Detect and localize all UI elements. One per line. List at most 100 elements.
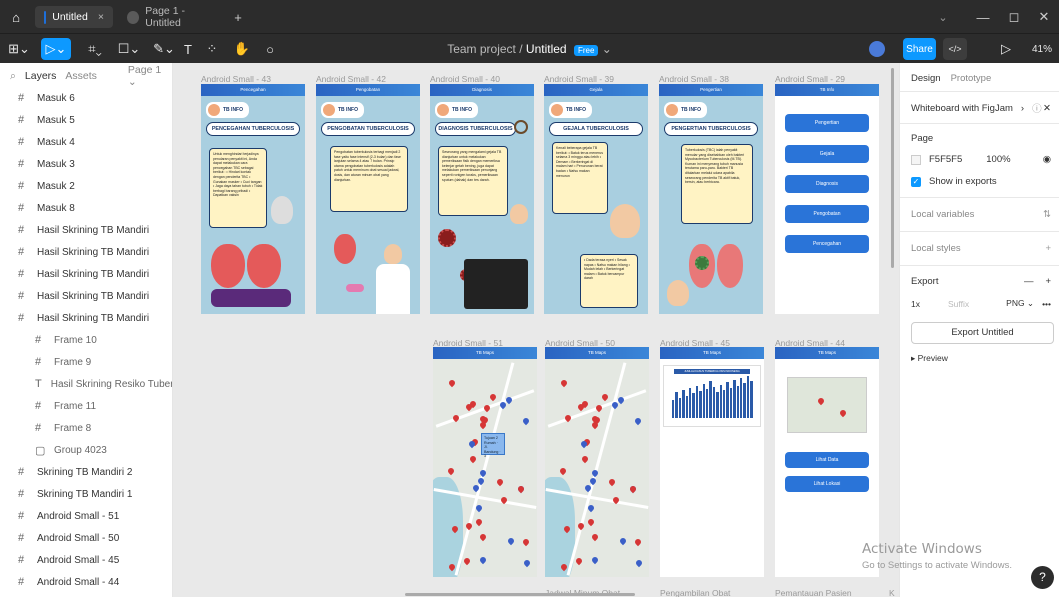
horizontal-scrollbar[interactable] bbox=[405, 593, 635, 596]
map-pin[interactable] bbox=[633, 537, 642, 547]
present-button[interactable]: ▷ bbox=[994, 38, 1018, 60]
close-tab-icon[interactable]: × bbox=[98, 11, 104, 23]
frame-android-small-38[interactable]: Pengertian TB INFO PENGERTIAN TUBERCULOS… bbox=[659, 84, 763, 314]
map-pin[interactable] bbox=[468, 455, 477, 464]
show-in-exports-checkbox[interactable]: ✓ bbox=[911, 176, 921, 187]
map-pin[interactable] bbox=[634, 558, 643, 568]
layer-item[interactable]: # Android Small - 44 bbox=[0, 571, 172, 593]
map-pin[interactable] bbox=[522, 558, 531, 568]
frame-label[interactable]: Android Small - 42 bbox=[316, 74, 386, 84]
frame-android-small-29[interactable]: TB Info Pengertian Gejala Diagnosis Peng… bbox=[775, 84, 879, 314]
map-pin[interactable] bbox=[516, 484, 525, 493]
map-pin[interactable] bbox=[478, 421, 487, 430]
info-icon[interactable]: ⓘ bbox=[1032, 101, 1042, 115]
help-button[interactable]: ? bbox=[1031, 566, 1054, 589]
eye-icon[interactable]: ◉ bbox=[1043, 154, 1051, 165]
tabs-overflow-icon[interactable]: ⌄ bbox=[935, 6, 951, 28]
minimize-button[interactable]: — bbox=[975, 6, 991, 28]
map-pin[interactable] bbox=[475, 517, 484, 527]
menu-button-pengertian[interactable]: Pengertian bbox=[785, 114, 869, 132]
frame-label[interactable]: Pemantauan Pasien bbox=[775, 588, 852, 597]
whiteboard-link[interactable]: Whiteboard with FigJam bbox=[911, 103, 1013, 114]
layer-item[interactable]: # Skrining TB Mandiri 1 bbox=[0, 483, 172, 505]
map-pin[interactable] bbox=[496, 477, 505, 487]
frame-android-small-51[interactable]: TB Maps Tujuan 2 Rumah · Jl. Bandung · 3 bbox=[433, 347, 537, 577]
preview-toggle[interactable]: ▸ Preview bbox=[911, 353, 948, 364]
new-tab-button[interactable]: + bbox=[230, 6, 246, 28]
local-variables-label[interactable]: Local variables bbox=[911, 209, 974, 220]
local-styles-label[interactable]: Local styles bbox=[911, 243, 961, 254]
vertical-scrollbar[interactable] bbox=[891, 68, 894, 268]
export-more-icon[interactable]: ••• bbox=[1042, 299, 1051, 309]
dev-mode-toggle[interactable]: </> bbox=[943, 38, 967, 60]
layer-item[interactable]: # Skrining TB Mandiri 2 bbox=[0, 461, 172, 483]
layer-child-item[interactable]: # Frame 9 bbox=[0, 351, 172, 373]
tab-prototype[interactable]: Prototype bbox=[951, 73, 992, 84]
map-pin[interactable] bbox=[507, 537, 516, 546]
maximize-button[interactable]: ◻ bbox=[1006, 6, 1022, 28]
menu-button-pencegahan[interactable]: Pencegahan bbox=[785, 235, 869, 253]
layer-child-item[interactable]: # Frame 10 bbox=[0, 329, 172, 351]
frame-android-small-50[interactable]: TB Maps bbox=[545, 347, 649, 577]
layer-item[interactable]: # Masuk 3 bbox=[0, 153, 172, 175]
tab-untitled[interactable]: Untitled × bbox=[35, 6, 113, 28]
lihat-data-button[interactable]: Lihat Data bbox=[785, 452, 869, 468]
tab-design[interactable]: Design bbox=[911, 73, 941, 84]
share-button[interactable]: Share bbox=[903, 38, 936, 60]
menu-button-diagnosis[interactable]: Diagnosis bbox=[785, 175, 869, 193]
frame-label[interactable]: Android Small - 38 bbox=[659, 74, 729, 84]
layer-item[interactable]: # Hasil Skrining TB Mandiri bbox=[0, 241, 172, 263]
layer-child-item[interactable]: # Frame 8 bbox=[0, 417, 172, 439]
export-format-select[interactable]: PNG ⌄ bbox=[1006, 298, 1034, 309]
layer-item[interactable]: # Hasil Skrining TB Mandiri bbox=[0, 307, 172, 329]
layer-item[interactable]: # Masuk 2 bbox=[0, 175, 172, 197]
map-pin[interactable] bbox=[628, 484, 637, 493]
map-pin[interactable] bbox=[446, 466, 455, 476]
home-icon[interactable]: ⌂ bbox=[8, 6, 24, 28]
layer-item[interactable]: # Android Small - 50 bbox=[0, 527, 172, 549]
frame-android-small-45[interactable]: TB Maps JUMLAH KASUS TUBERKULOSIS INDONE… bbox=[660, 347, 764, 577]
layer-item[interactable]: # Hasil Skrining TB Mandiri bbox=[0, 219, 172, 241]
zoom-level[interactable]: 41% bbox=[1028, 38, 1056, 60]
map-pin[interactable] bbox=[633, 416, 642, 425]
frame-label[interactable]: K bbox=[889, 588, 895, 597]
page-color-value[interactable]: F5F5F5 bbox=[929, 154, 962, 165]
frame-label[interactable]: Android Small - 43 bbox=[201, 74, 271, 84]
frame-label[interactable]: Android Small - 29 bbox=[775, 74, 845, 84]
page-opacity[interactable]: 100% bbox=[986, 154, 1010, 165]
map-pin[interactable] bbox=[558, 466, 567, 476]
layer-item[interactable]: # Masuk 8 bbox=[0, 197, 172, 219]
frame-label[interactable]: Android Small - 39 bbox=[544, 74, 614, 84]
file-name[interactable]: Untitled bbox=[526, 42, 567, 56]
map-pin[interactable] bbox=[521, 416, 530, 425]
map-pin[interactable] bbox=[478, 556, 488, 565]
layer-item[interactable]: # Masuk 4 bbox=[0, 131, 172, 153]
frame-label[interactable]: Android Small - 40 bbox=[430, 74, 500, 84]
variables-icon[interactable]: ⇅ bbox=[1043, 209, 1051, 220]
map-pin[interactable] bbox=[580, 455, 589, 464]
tab-layers[interactable]: Layers bbox=[25, 70, 57, 82]
layer-child-item[interactable]: # Frame 11 bbox=[0, 395, 172, 417]
map-pin[interactable] bbox=[587, 517, 596, 527]
tab-assets[interactable]: Assets bbox=[65, 70, 97, 82]
menu-button-gejala[interactable]: Gejala bbox=[785, 145, 869, 163]
layer-child-item[interactable]: T Hasil Skrining Resiko Tuberkul... bbox=[0, 373, 172, 395]
map-pin[interactable] bbox=[478, 533, 487, 542]
map-pin[interactable] bbox=[575, 556, 584, 565]
map-pin[interactable] bbox=[590, 556, 600, 565]
map-pin[interactable] bbox=[608, 477, 617, 487]
map-pin[interactable] bbox=[619, 537, 628, 546]
menu-button-pengobatan[interactable]: Pengobatan bbox=[785, 205, 869, 223]
file-menu-chevron-icon[interactable]: ⌄ bbox=[602, 42, 612, 56]
search-icon[interactable]: ⌕ bbox=[10, 70, 16, 83]
layer-item[interactable]: # Hasil Skrining TB Mandiri bbox=[0, 263, 172, 285]
close-icon[interactable]: ✕ bbox=[1043, 103, 1051, 114]
add-export-icon[interactable]: + bbox=[1045, 276, 1051, 287]
layer-item[interactable]: # Android Small - 45 bbox=[0, 549, 172, 571]
map-pin[interactable] bbox=[559, 379, 569, 388]
map-pin[interactable] bbox=[447, 379, 457, 388]
layer-item[interactable]: # Hasil Skrining TB Mandiri bbox=[0, 285, 172, 307]
layer-item[interactable]: # Android Small - 51 bbox=[0, 505, 172, 527]
map-pin[interactable] bbox=[590, 421, 599, 430]
layer-item[interactable]: # Masuk 6 bbox=[0, 87, 172, 109]
